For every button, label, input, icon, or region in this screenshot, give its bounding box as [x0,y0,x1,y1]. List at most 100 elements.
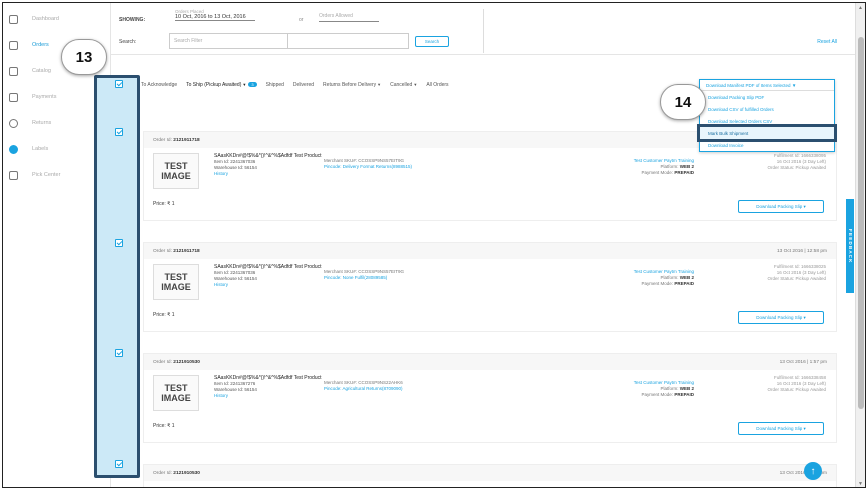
pincode-link[interactable]: Pincode: None Fulfil(28089585) [324,275,444,281]
sidebar-item-dashboard[interactable]: Dashboard [9,13,109,25]
orders-allowed-field[interactable]: Orders Allowed [319,13,379,22]
tab-shipped[interactable]: Shipped [266,82,284,88]
order-card: Order Id: 2121911718 13 Oct 2016 | 12:58… [143,242,837,332]
order-status: Order Status: Pickup Awaited [767,387,826,392]
box-icon [9,170,18,180]
scroll-top-button[interactable]: ↑ [804,462,822,480]
menu-item-download-selected-csv[interactable]: Download Selected Orders CSV [700,115,834,127]
search-label: Search: [119,39,137,45]
scroll-down-icon[interactable]: ▼ [858,481,863,487]
payment-label: Payment Mode: [641,281,674,286]
payment-info: Test Customer Paytm Training Platform: W… [564,380,694,398]
bulk-actions-dropdown: Download Manifest PDF of Items Selected … [697,79,837,152]
tab-to-acknowledge[interactable]: To Acknowledge [141,82,177,88]
filter-bar: SHOWING: Orders Placed 10 Oct, 2016 to 1… [111,3,855,55]
order-card-header: Order Id: 2121910530 13 Oct 2016 | 1:57 … [144,465,836,481]
order-checkbox[interactable] [115,239,123,247]
tab-label: To Ship (Pickup Awaited) [186,82,242,88]
label-icon [9,144,18,154]
order-id-label: Order Id: [153,137,172,143]
sidebar-item-label: Payments [32,94,57,100]
order-checkbox[interactable] [115,128,123,136]
button-label: Download Packing Slip [756,204,803,209]
history-link[interactable]: History [214,393,324,399]
order-id: Order Id: 2121910530 [153,360,200,365]
pincode-link[interactable]: Pincode: Delivery Format Returns(8988515… [324,164,444,170]
image-text: IMAGE [161,171,191,181]
fulfilment-info: Fulfilment Id: 1666338095 16 Oct 2016 (3… [686,153,826,171]
caret-down-icon: ▼ [242,82,247,87]
pincode-link[interactable]: Pincode: Agricultural Returns(8709090) [324,386,444,392]
order-id: Order Id: 2121911718 [153,249,200,254]
bulk-actions-toggle[interactable]: Download Manifest PDF of Items Selected … [700,80,834,91]
button-label: Download Packing Slip [756,315,803,320]
tab-to-ship[interactable]: To Ship (Pickup Awaited)▼ 3 [186,82,257,88]
product-image: TEST IMAGE [153,153,199,189]
order-id-label: Order Id: [153,248,172,254]
select-all-checkbox[interactable] [115,80,123,88]
fulfilment-info: Fulfilment Id: 1666338458 16 Oct 2016 (3… [686,375,826,393]
date-range-field[interactable]: Orders Placed 10 Oct, 2016 to 13 Oct, 20… [175,9,255,21]
history-link[interactable]: History [214,171,324,177]
platform-label: Platform: [660,164,679,169]
payment-row: Payment Mode: PREPAID [564,281,694,287]
sku-info: Merchant SKU#: CCOSSP9NS22AHK6 Pincode: … [324,380,444,392]
tab-all-orders[interactable]: All Orders [426,82,448,88]
payment-row: Payment Mode: PREPAID [564,392,694,398]
tab-returns-before-delivery[interactable]: Returns Before Delivery▼ [323,82,381,88]
button-label: Download Packing Slip [756,426,803,431]
order-card-header: Order Id: 2121911718 13 Oct 2016 | 12:58… [144,243,836,259]
download-packing-slip-button[interactable]: Download Packing Slip ▾ [738,200,824,213]
feedback-tab[interactable]: F E E D B A C K [846,199,854,293]
order-card-body: TEST IMAGE SAasKKDn#@!$%&*()!^&^%$Adfdf T… [144,148,836,198]
scroll-up-icon[interactable]: ▲ [858,5,863,11]
order-card-header: Order Id: 2121910530 13 Oct 2016 | 1:57 … [144,354,836,370]
caret-down-icon: ▾ [803,314,806,320]
menu-item-download-invoice[interactable]: Download Invoice [700,139,834,151]
menu-item-download-csv-fulfilled[interactable]: Download CSV of fulfilled Orders [700,103,834,115]
download-packing-slip-button[interactable]: Download Packing Slip ▾ [738,422,824,435]
order-id-label: Order Id: [153,359,172,365]
order-id-value: 2121911718 [173,248,200,254]
payment-row: Payment Mode: PREPAID [564,170,694,176]
scroll-thumb[interactable] [858,37,864,409]
search-input[interactable]: Search Filter [169,33,409,49]
menu-item-download-packing-slip[interactable]: Download Packing Slip PDF [700,91,834,103]
tab-delivered[interactable]: Delivered [293,82,314,88]
order-id-label: Order Id: [153,470,172,476]
product-info: SAasKKDn#@!$%&*()!^&^%$Adfdf Test Produc… [214,375,324,399]
sidebar-item-label: Returns [32,120,52,126]
sku-info: Merchant SKU#: CCOSSP9NS57EIT9G Pincode:… [324,269,444,281]
product-info: SAasKKDn#@!$%&*()!^&^%$Adfdf Test Produc… [214,264,324,288]
order-date: 13 Oct 2016 | 1:57 pm [779,359,827,365]
menu-item-mark-bulk-shipment[interactable]: Mark Bulk Shipment [697,124,837,142]
reset-all-link[interactable]: Reset All [817,39,837,45]
payment-label: Payment Mode: [641,170,674,175]
divider [483,9,484,53]
tab-count-badge: 3 [248,82,257,87]
image-text: TEST [164,272,188,282]
tab-label: Cancelled [390,82,413,88]
history-link[interactable]: History [214,282,324,288]
tab-label: Returns Before Delivery [323,82,377,88]
search-button[interactable]: Search [415,36,449,47]
image-text: TEST [164,161,188,171]
image-text: IMAGE [161,282,191,292]
order-id-value: 2121910530 [173,359,200,365]
showing-label: SHOWING: [119,17,146,23]
clipboard-icon [9,40,18,50]
download-packing-slip-button[interactable]: Download Packing Slip ▾ [738,311,824,324]
app-window: Dashboard Orders Catalog Payments Return… [2,2,866,488]
order-status: Order Status: Pickup Awaited [767,165,826,170]
scrollbar[interactable]: ▲ ▼ [855,3,865,487]
returns-icon [9,118,18,128]
image-text: IMAGE [161,393,191,403]
tab-cancelled[interactable]: Cancelled▼ [390,82,417,88]
order-checkbox[interactable] [115,349,123,357]
order-card: Order Id: 2121910530 13 Oct 2016 | 1:57 … [143,464,837,487]
order-card: Order Id: 2121910530 13 Oct 2016 | 1:57 … [143,353,837,443]
order-checkbox[interactable] [115,460,123,468]
arrow-up-icon: ↑ [810,465,816,477]
product-image: TEST IMAGE [153,375,199,411]
caret-down-icon: ▼ [791,83,797,88]
